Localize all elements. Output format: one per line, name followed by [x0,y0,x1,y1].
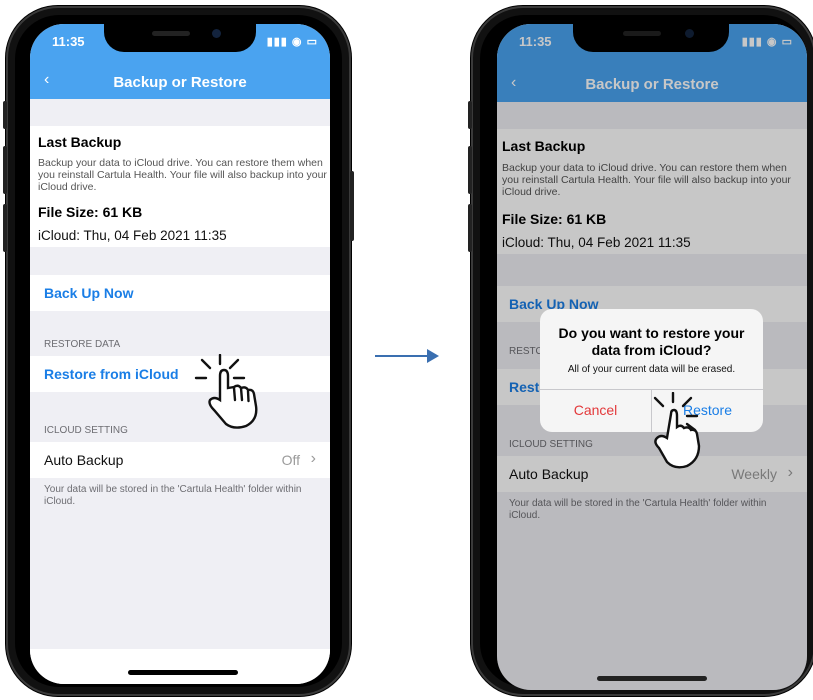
battery-icon: ▭ [306,36,318,48]
bottom-area [30,649,330,684]
hand-tap-icon [194,354,258,429]
icloud-date: iCloud: Thu, 04 Feb 2021 11:35 [38,228,227,243]
dialog-title: Do you want to restore your data from iC… [558,325,745,358]
home-indicator[interactable] [597,676,707,681]
hand-tap-icon [653,392,701,469]
dialog-message: All of your current data will be erased. [567,364,736,375]
restore-row[interactable]: Restore from iCloud [30,356,330,392]
restore-section-header: RESTORE DATA [44,339,121,350]
last-backup-description: Backup your data to iCloud drive. You ca… [38,157,327,193]
auto-backup-value: Off [281,452,300,468]
status-time: 11:35 [52,34,85,49]
restore-from-icloud-button[interactable]: Restore from iCloud [44,366,179,382]
last-backup-heading: Last Backup [38,134,122,150]
backup-now-button[interactable]: Back Up Now [44,285,133,301]
file-size: File Size: 61 KB [38,204,143,220]
wifi-icon: ◉ [291,36,303,48]
icloud-section-header: ICLOUD SETTING [44,425,128,436]
auto-backup-row[interactable]: Auto Backup Off › [30,442,330,478]
screen-before: 11:35 ▮▮▮ ◉ ▭ ‹ Backup or Restore Last B… [30,24,330,684]
home-indicator[interactable] [128,670,238,675]
icloud-footer: Your data will be stored in the 'Cartula… [44,484,302,507]
nav-title: Backup or Restore [113,74,247,91]
notch [104,24,256,52]
auto-backup-label: Auto Backup [44,452,124,468]
backup-now-row[interactable]: Back Up Now [30,275,330,311]
last-backup-card: Last Backup Backup your data to iCloud d… [30,126,330,247]
status-icons: ▮▮▮ ◉ ▭ [267,35,318,48]
right-arrow-icon [375,349,439,363]
phone-after: 11:35 ▮▮▮ ◉ ▭ ‹ Backup or Restore Last B… [468,6,813,696]
signal-icon: ▮▮▮ [266,36,288,48]
screen-after: 11:35 ▮▮▮ ◉ ▭ ‹ Backup or Restore Last B… [497,24,807,690]
chevron-right-icon: › [310,450,316,467]
phone-before: 11:35 ▮▮▮ ◉ ▭ ‹ Backup or Restore Last B… [3,6,354,696]
